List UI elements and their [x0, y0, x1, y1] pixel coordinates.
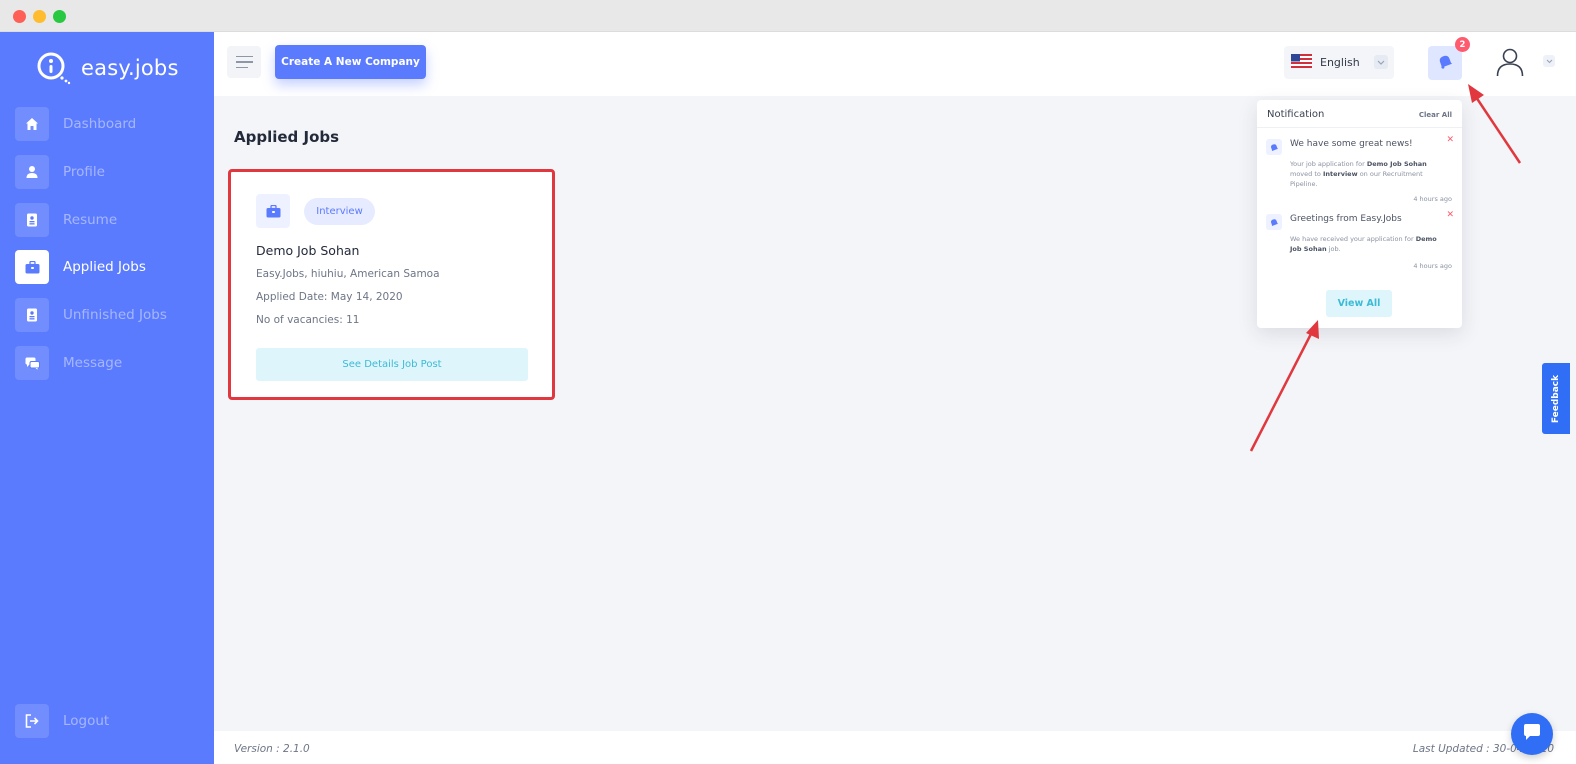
sidebar-item-label: Message	[63, 355, 123, 371]
sidebar-item-unfinished-jobs[interactable]: Unfinished Jobs	[15, 297, 205, 333]
view-all-button[interactable]: View All	[1326, 290, 1392, 317]
chevron-down-icon	[1374, 55, 1388, 69]
notification-item-body: Your job application for Demo Job Sohan …	[1290, 159, 1450, 189]
chat-widget-button[interactable]	[1511, 713, 1553, 755]
bell-icon	[1266, 139, 1282, 155]
sidebar-item-label: Dashboard	[63, 116, 137, 132]
window-titlebar	[0, 0, 1576, 32]
close-icon[interactable]: ✕	[1446, 135, 1454, 145]
notification-item-body: We have received your application for De…	[1290, 234, 1450, 254]
notification-text: We have received your application for	[1290, 235, 1414, 243]
sidebar-item-resume[interactable]: Resume	[15, 202, 205, 238]
sidebar-item-label: Unfinished Jobs	[63, 307, 167, 323]
briefcase-icon	[15, 250, 49, 284]
notification-count-badge: 2	[1455, 37, 1470, 52]
maximize-window-button[interactable]	[53, 10, 66, 23]
sidebar: easy.jobs Dashboard Profile Resume Appli…	[0, 32, 214, 764]
logo-icon	[35, 50, 71, 86]
job-title[interactable]: Demo Job Sohan	[256, 243, 359, 258]
clear-all-button[interactable]: Clear All	[1419, 111, 1452, 119]
job-vacancies: No of vacancies: 11	[256, 314, 360, 326]
bell-icon	[1266, 214, 1282, 230]
sidebar-item-label: Profile	[63, 164, 105, 180]
bell-icon	[1438, 54, 1453, 73]
menu-toggle-button[interactable]	[227, 46, 261, 78]
feedback-label: Feedback	[1551, 374, 1561, 423]
notification-text: job.	[1328, 245, 1341, 253]
sidebar-item-message[interactable]: Message	[15, 345, 205, 381]
notification-title: Notification	[1267, 109, 1325, 120]
hamburger-line	[236, 66, 248, 69]
notification-job-name: Demo Job Sohan	[1366, 160, 1427, 168]
app-logo[interactable]: easy.jobs	[35, 48, 179, 88]
notification-time: 4 hours ago	[1413, 262, 1452, 270]
notification-time: 4 hours ago	[1413, 195, 1452, 203]
top-header: Create A New Company English 2	[214, 32, 1576, 96]
notification-stage: Interview	[1322, 170, 1358, 178]
job-applied-date: Applied Date: May 14, 2020	[256, 291, 403, 303]
version-text: Version : 2.1.0	[234, 743, 310, 755]
sidebar-item-applied-jobs[interactable]: Applied Jobs	[15, 249, 205, 285]
language-selector[interactable]: English	[1284, 46, 1394, 79]
see-details-button[interactable]: See Details Job Post	[256, 348, 528, 381]
logout-icon	[15, 704, 49, 738]
notification-button[interactable]	[1428, 46, 1462, 80]
logout-button[interactable]: Logout	[15, 703, 205, 739]
sidebar-item-label: Resume	[63, 212, 118, 228]
footer: Version : 2.1.0 Last Updated : 30-04-202…	[214, 731, 1576, 764]
us-flag-icon	[1291, 53, 1312, 72]
document-icon	[15, 203, 49, 237]
chat-icon	[1522, 723, 1542, 745]
hamburger-line	[236, 55, 253, 58]
notification-item-title[interactable]: We have some great news!	[1290, 139, 1413, 149]
divider	[1257, 127, 1462, 128]
document-icon	[15, 298, 49, 332]
logo-text: easy.jobs	[81, 56, 179, 80]
close-icon[interactable]: ✕	[1446, 210, 1454, 220]
logout-label: Logout	[63, 713, 110, 729]
close-window-button[interactable]	[13, 10, 26, 23]
chat-icon	[15, 346, 49, 380]
home-icon	[15, 107, 49, 141]
minimize-window-button[interactable]	[33, 10, 46, 23]
applied-job-card: Interview Demo Job Sohan Easy.Jobs, hiuh…	[228, 169, 555, 400]
notification-dropdown: Notification Clear All We have some grea…	[1257, 100, 1462, 328]
user-avatar[interactable]	[1495, 47, 1525, 77]
sidebar-item-label: Applied Jobs	[63, 259, 146, 275]
user-icon	[15, 155, 49, 189]
page-title: Applied Jobs	[234, 128, 340, 146]
feedback-tab[interactable]: Feedback	[1542, 363, 1570, 434]
notification-item-title[interactable]: Greetings from Easy.Jobs	[1290, 214, 1402, 224]
briefcase-icon	[256, 194, 290, 228]
hamburger-line	[236, 61, 253, 63]
chevron-down-icon[interactable]	[1543, 55, 1555, 67]
notification-text: moved to	[1290, 170, 1321, 178]
job-status-badge: Interview	[304, 198, 375, 225]
create-company-button[interactable]: Create A New Company	[275, 45, 426, 79]
language-label: English	[1320, 56, 1360, 69]
notification-text: Your job application for	[1290, 160, 1365, 168]
sidebar-item-profile[interactable]: Profile	[15, 154, 205, 190]
sidebar-item-dashboard[interactable]: Dashboard	[15, 106, 205, 142]
job-location: Easy.Jobs, hiuhiu, American Samoa	[256, 268, 440, 280]
